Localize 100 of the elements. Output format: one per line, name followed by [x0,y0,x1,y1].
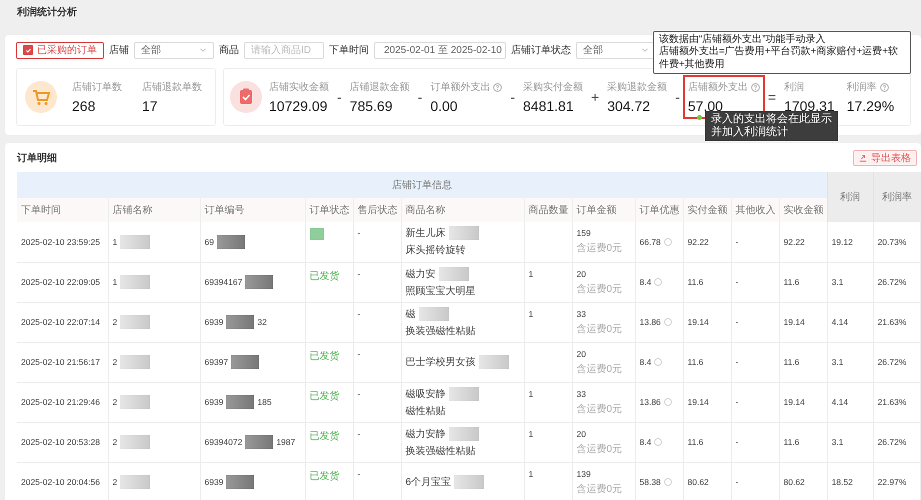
column-header: 订单金额 [572,198,635,222]
stat-value: 17.29% [846,98,894,114]
redaction-block [245,435,274,449]
table-cell: 19.14 [779,302,828,342]
stat-value: 0.00 [430,98,459,114]
stat-value: 17 [142,98,159,114]
operator-sign: - [416,89,424,105]
stat-label: 采购实付金额 [523,80,584,94]
table-cell: 26.72% [873,342,920,382]
table-cell: 32 [257,317,267,327]
table-cell: - [353,422,401,462]
product-name: 照顾宝宝大明星 [406,284,476,298]
table-cell: - [353,222,401,262]
shipping-note: 含运费0元 [576,482,624,496]
help-icon[interactable] [654,438,662,446]
redaction-block [438,266,468,280]
table-cell: 2 [112,477,118,487]
product-name: 新生儿床 [406,226,446,240]
chevron-down-icon [199,46,207,54]
redaction-block [418,306,448,320]
select-field[interactable]: 全部 [576,42,656,58]
product-name: 磁 [406,308,416,320]
column-header: 下单时间 [17,198,108,222]
table-cell: 11.6 [779,422,828,462]
stat-label: 店铺退款单数 [142,80,202,94]
export-button[interactable]: 导出表格 [853,150,917,166]
cart-icon [25,81,57,113]
help-icon[interactable] [664,398,672,406]
table-cell: 2025-02-10 20:53:28 [17,422,108,462]
help-icon[interactable] [750,82,760,92]
filter-label: 店铺 [109,44,129,57]
shipping-note: 含运费0元 [576,242,624,255]
table-cell: 22.97% [873,462,920,500]
hint-tooltip: 录入的支出将会在此显示 并加入利润统计 [704,111,838,142]
table-cell: 1 [528,428,534,438]
column-header: 实付金额 [683,198,731,222]
stat-label: 利润 [784,80,804,94]
product-name: 换装强磁性粘贴 [406,444,476,458]
shipping-note: 含运费0元 [576,442,624,456]
date-range-field[interactable]: 2025-02-01 至 2025-02-10 [374,42,506,58]
table-cell: - [353,462,401,500]
stat-value: 1709.31 [784,98,835,114]
redaction-block [245,275,274,289]
table-cell: 18.52 [827,462,874,500]
operator-sign: - [509,89,516,105]
table-cell-text: 20 [576,268,587,278]
check-icon [24,46,32,54]
table-cell: - [731,342,779,382]
table-cell: 4.14 [827,302,874,342]
table-cell: 3.1 [827,422,874,462]
stat-label: 利润率 [846,80,877,94]
product-name: 巴士学校男女孩 [406,356,476,369]
table-cell: 19.14 [779,382,828,422]
status-cell: 已发货 [305,462,353,500]
product-id-field[interactable]: 请输入商品ID [244,42,324,58]
table-cell: 2025-02-10 22:07:14 [17,302,108,342]
filter-label: 店铺订单状态 [511,44,571,57]
help-icon[interactable] [654,278,662,286]
operator-sign: = [766,89,778,105]
table-cell: - [731,222,779,262]
redaction-block [231,355,260,369]
table-cell: 13.86 [640,397,661,407]
column-header: 订单优惠 [635,198,683,222]
status-cell: 已发货 [305,382,353,422]
help-icon[interactable] [880,82,889,92]
table-cell-text: 139 [576,468,592,478]
table-cell: - [731,302,779,342]
table-cell: 2025-02-10 20:04:56 [17,462,108,500]
table-cell: 2025-02-10 21:29:46 [17,382,108,422]
column-header: 利润 [827,172,874,222]
table-cell: 92.22 [779,222,828,262]
stat-label: 订单额外支出 [430,80,490,94]
column-header: 店铺名称 [108,198,200,222]
status-cell: 已发货 [305,422,353,462]
table-cell: 13.86 [640,317,661,327]
purchased-orders-toggle[interactable]: 已采购的订单 [16,42,104,58]
redaction-block [448,426,478,440]
help-icon[interactable] [664,238,672,246]
table-cell: - [353,342,401,382]
chevron-down-icon [641,46,649,54]
table-cell: 19.12 [827,222,874,262]
table-cell: - [731,382,779,422]
table-cell: 3.1 [827,262,874,302]
help-icon[interactable] [664,478,672,486]
product-name: 6个月宝宝 [406,476,452,489]
table-cell: 26.72% [873,422,920,462]
help-icon[interactable] [654,358,662,366]
select-field[interactable]: 全部 [134,42,214,58]
operator-sign: - [674,89,681,105]
table-cell: 1 [112,236,118,247]
table-cell: 69 [204,236,214,247]
help-icon[interactable] [493,82,502,92]
redaction-block [226,475,254,489]
table-cell-text: 20 [576,348,587,358]
help-icon[interactable] [664,318,672,326]
stat-value: 10729.09 [269,98,328,114]
table-cell: 58.38 [640,477,661,487]
table-cell: - [353,382,401,422]
table-cell: 1 [528,468,534,478]
table-cell: 2025-02-10 23:59:25 [17,222,108,262]
